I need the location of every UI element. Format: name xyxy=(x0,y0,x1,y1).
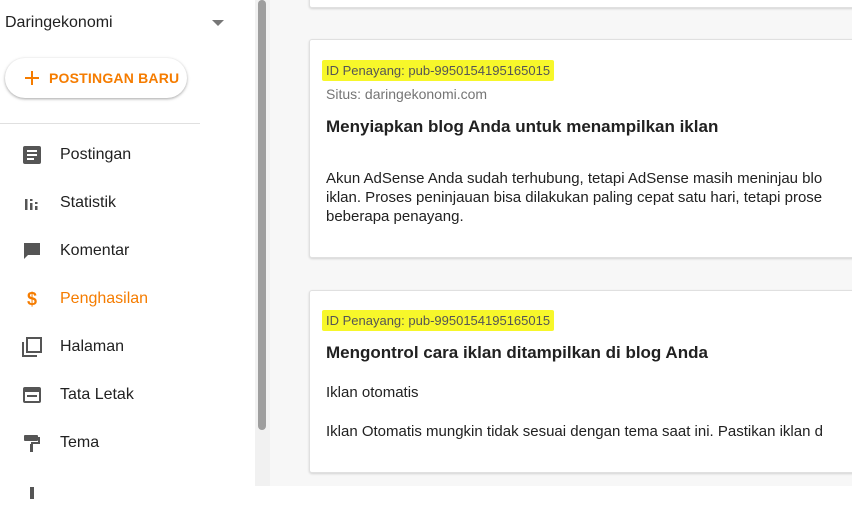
card-body-line: Akun AdSense Anda sudah terhubung, tetap… xyxy=(326,170,823,187)
new-post-button[interactable]: POSTINGAN BARU xyxy=(5,58,187,98)
theme-icon xyxy=(21,432,43,454)
blog-name: Daringekonomi xyxy=(5,14,113,31)
stats-icon xyxy=(21,192,43,214)
plus-icon xyxy=(25,71,39,85)
sidebar: Daringekonomi POSTINGAN BARU Postingan S… xyxy=(0,0,255,499)
settings-icon xyxy=(21,480,43,502)
new-post-label: POSTINGAN BARU xyxy=(49,70,180,86)
card-title: Mengontrol cara iklan ditampilkan di blo… xyxy=(326,343,708,362)
scrollbar-thumb[interactable] xyxy=(258,0,266,430)
ad-control-card: ID Penayang: pub-9950154195165015 Mengon… xyxy=(309,290,852,473)
layout-icon xyxy=(21,384,43,406)
sidebar-item-label: Statistik xyxy=(60,194,117,211)
previous-card xyxy=(309,0,852,8)
sidebar-item-penghasilan[interactable]: $ Penghasilan xyxy=(0,279,250,319)
pages-icon xyxy=(21,336,43,358)
card-body-line: iklan. Proses peninjauan bisa dilakukan … xyxy=(326,189,823,206)
blog-selector[interactable]: Daringekonomi xyxy=(5,12,230,34)
sidebar-item-tata-letak[interactable]: Tata Letak xyxy=(0,375,250,415)
sidebar-item-komentar[interactable]: Komentar xyxy=(0,231,250,271)
sidebar-item-label: Tema xyxy=(60,434,100,451)
sidebar-item-statistik[interactable]: Statistik xyxy=(0,183,250,223)
sidebar-item-partial[interactable] xyxy=(0,471,250,511)
comment-icon xyxy=(21,240,43,262)
sidebar-item-label: Tata Letak xyxy=(60,386,134,403)
sidebar-item-label: Postingan xyxy=(60,146,132,163)
sidebar-item-label: Komentar xyxy=(60,242,130,259)
dropdown-arrow-icon[interactable] xyxy=(212,20,224,26)
dollar-icon: $ xyxy=(26,288,37,309)
sidebar-item-label: Penghasilan xyxy=(60,290,149,307)
posts-icon xyxy=(21,144,43,166)
publisher-id: ID Penayang: pub-9950154195165015 xyxy=(322,60,555,81)
card-body-line: beberapa penayang. xyxy=(326,208,464,225)
sidebar-item-postingan[interactable]: Postingan xyxy=(0,135,250,175)
card-title: Menyiapkan blog Anda untuk menampilkan i… xyxy=(326,117,719,136)
site-url: Situs: daringekonomi.com xyxy=(326,86,488,102)
sidebar-divider xyxy=(0,123,200,124)
adsense-setup-card: ID Penayang: pub-9950154195165015 Situs:… xyxy=(309,39,852,258)
sidebar-item-tema[interactable]: Tema xyxy=(0,423,250,463)
sidebar-item-label: Halaman xyxy=(60,338,125,355)
card-body-line: Iklan Otomatis mungkin tidak sesuai deng… xyxy=(326,423,823,440)
sidebar-item-halaman[interactable]: Halaman xyxy=(0,327,250,367)
publisher-id: ID Penayang: pub-9950154195165015 xyxy=(322,310,555,331)
card-subtitle: Iklan otomatis xyxy=(326,384,419,401)
